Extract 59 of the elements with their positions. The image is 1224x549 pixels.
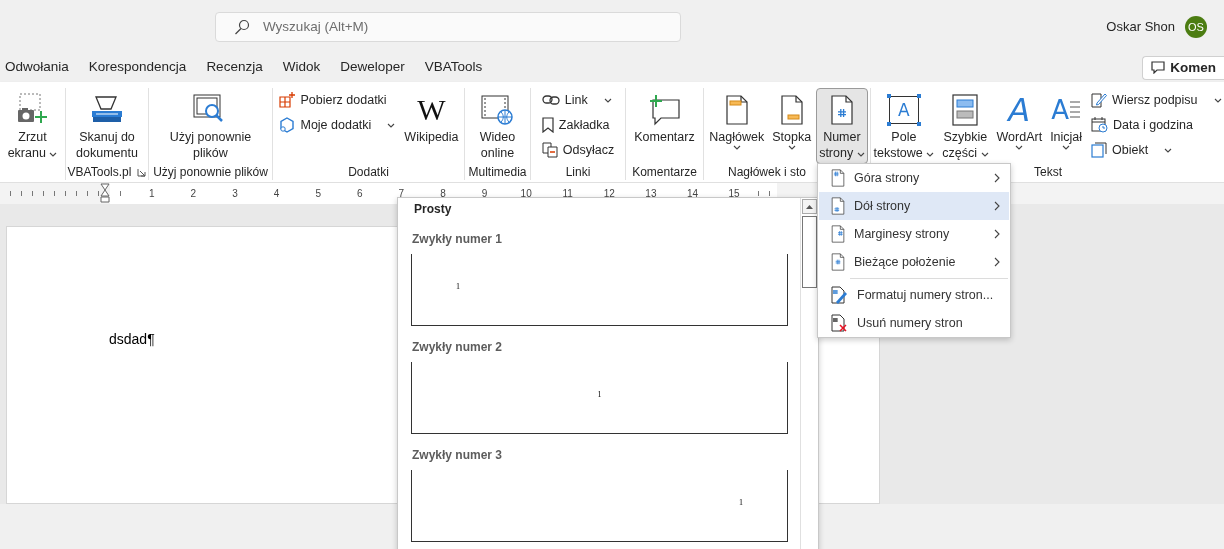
menu-item[interactable]: Formatuj numery stron... <box>819 281 1009 309</box>
ribbon-button[interactable]: Wideo online <box>476 88 519 164</box>
page-number: 1 <box>456 282 460 291</box>
ribbon-button[interactable]: A Inicjał <box>1047 88 1086 153</box>
ribbon-tab[interactable]: Korespondencja <box>88 59 187 76</box>
gallery-entry-label: Zwykły numer 2 <box>412 340 504 354</box>
logo-icon: W <box>417 95 446 125</box>
gallery-heading: Prosty <box>414 202 453 218</box>
ribbon-button[interactable]: Numer strony <box>816 88 868 164</box>
group-label: Dodatki <box>348 165 389 179</box>
ribbon-small-button[interactable]: Pobierz dodatki <box>275 88 400 112</box>
page-number: 1 <box>597 390 602 399</box>
wordart-icon: A <box>1008 94 1031 126</box>
ribbon-tab[interactable]: VBATools <box>424 59 483 76</box>
ribbon-small-button[interactable]: Wiersz podpisu <box>1087 88 1224 112</box>
ribbon-button[interactable]: A WordArt <box>993 88 1046 153</box>
ribbon-tab[interactable]: Recenzja <box>206 59 263 76</box>
menu-item[interactable]: Góra strony <box>819 164 1009 192</box>
page-preview[interactable]: 1 <box>411 254 788 326</box>
ribbon-button[interactable]: Szybkie części <box>939 88 992 164</box>
ribbon-button[interactable]: Komentarz <box>631 88 698 148</box>
group-label: Nagłówek i sto <box>728 165 807 179</box>
gallery-entry-label: Zwykły numer 3 <box>412 448 504 462</box>
ribbon-button[interactable]: Nagłówek <box>706 88 768 153</box>
page-preview[interactable]: 1 <box>411 362 788 434</box>
ribbon-small-button[interactable]: Obiekt <box>1087 138 1224 162</box>
user-name: Oskar Shon <box>1106 19 1175 34</box>
menu-item[interactable]: Usuń numery stron <box>819 309 1009 337</box>
ribbon-small-button[interactable]: Link <box>537 88 619 112</box>
ribbon-button[interactable]: Skanuj do dokumentu <box>73 88 141 164</box>
text-box-icon: A <box>888 96 919 124</box>
ribbon-small-button[interactable]: Zakładka <box>537 113 619 137</box>
ribbon-tab[interactable]: Deweloper <box>340 59 405 76</box>
menu-item[interactable]: Marginesy strony <box>819 220 1009 248</box>
group-label: Komentarze <box>632 165 697 179</box>
ribbon-button[interactable]: W Wikipedia <box>401 88 462 148</box>
ribbon-small-button[interactable]: Moje dodatki <box>275 113 400 137</box>
search-field[interactable]: Wyszukaj (Alt+M) <box>215 11 681 42</box>
group-label: Linki <box>565 165 591 179</box>
group-label: VBATools.pl <box>67 165 132 179</box>
document-text: dsdad¶ <box>109 331 155 347</box>
menu-item[interactable]: Bieżące położenie <box>819 248 1009 276</box>
comments-button[interactable]: Komen <box>1142 55 1224 80</box>
ribbon-button[interactable]: Stopka <box>769 88 815 153</box>
page-number: 1 <box>739 498 743 507</box>
menu-item[interactable]: Dół strony <box>819 192 1009 220</box>
page-preview[interactable]: 1 <box>411 470 788 542</box>
group-label: Tekst <box>1034 165 1062 179</box>
ribbon-small-button[interactable]: Data i godzina <box>1087 113 1224 137</box>
ribbon-tab[interactable]: Widok <box>282 59 321 76</box>
ribbon-button[interactable]: Zrzut ekranu <box>4 88 61 164</box>
ribbon-button[interactable]: A Pole tekstowe <box>870 88 938 164</box>
ribbon-tab[interactable]: Odwołania <box>5 59 69 76</box>
group-label: Użyj ponownie plików <box>153 165 268 179</box>
gallery-entry-label: Zwykły numer 1 <box>412 232 504 246</box>
user-avatar[interactable]: OS <box>1185 15 1207 38</box>
ribbon-button[interactable]: Użyj ponownie plików <box>166 88 255 164</box>
ribbon-small-button[interactable]: Odsyłacz <box>537 138 619 162</box>
group-label: Multimedia <box>468 165 527 179</box>
